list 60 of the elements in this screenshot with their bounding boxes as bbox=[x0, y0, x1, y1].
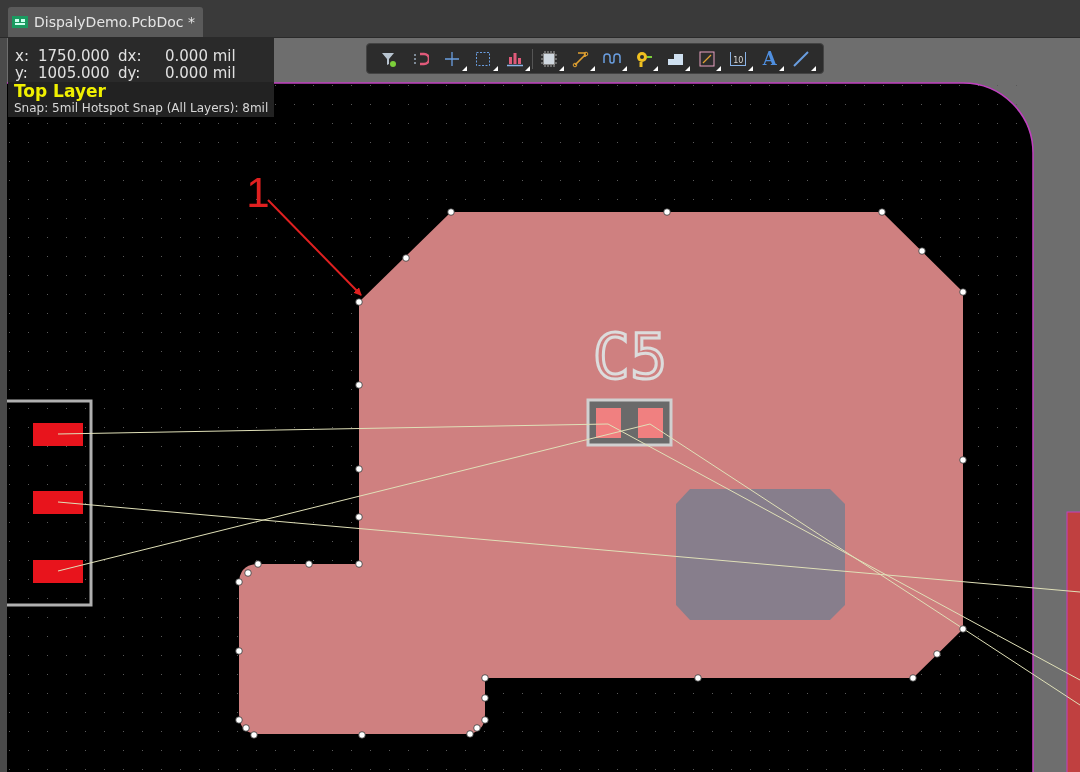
vertex-handle[interactable] bbox=[959, 625, 967, 633]
vertex-handle[interactable] bbox=[355, 560, 363, 568]
vertex-handle[interactable] bbox=[447, 208, 455, 216]
vertex-handle[interactable] bbox=[959, 456, 967, 464]
dashed-rectangle-icon[interactable] bbox=[474, 49, 493, 68]
y-value: 1005.000 bbox=[38, 65, 111, 82]
via-icon[interactable] bbox=[634, 49, 653, 68]
vertex-handle[interactable] bbox=[355, 298, 363, 306]
x-value: 1750.000 bbox=[38, 48, 111, 65]
component-designator: C5 bbox=[592, 320, 668, 393]
vertex-handle[interactable] bbox=[355, 465, 363, 473]
vertex-handle[interactable] bbox=[481, 674, 489, 682]
snap-info: Snap: 5mil Hotspot Snap (All Layers): 8mil bbox=[13, 101, 270, 117]
dropdown-corner-icon[interactable] bbox=[461, 65, 467, 71]
document-tab[interactable]: DispalyDemo.PcbDoc * bbox=[8, 7, 203, 37]
vertex-handle[interactable] bbox=[909, 674, 917, 682]
vertex-handle[interactable] bbox=[235, 647, 243, 655]
dimension-icon[interactable]: 10 bbox=[730, 51, 747, 66]
vertex-handle[interactable] bbox=[878, 208, 886, 216]
dx-value: 0.000 mil bbox=[165, 48, 237, 65]
route-icon[interactable] bbox=[571, 49, 590, 68]
vertex-handle[interactable] bbox=[402, 254, 410, 262]
smd-pad bbox=[638, 408, 663, 438]
dropdown-corner-icon[interactable] bbox=[685, 65, 690, 71]
x-label: x: bbox=[15, 48, 30, 65]
diagonal-line-box-icon[interactable] bbox=[697, 49, 716, 68]
smd-pad bbox=[33, 491, 83, 514]
line-icon[interactable] bbox=[792, 49, 811, 68]
dy-value: 0.000 mil bbox=[165, 65, 237, 82]
dropdown-corner-icon[interactable] bbox=[559, 65, 564, 71]
vertex-handle[interactable] bbox=[481, 694, 489, 702]
dropdown-corner-icon[interactable] bbox=[653, 65, 659, 71]
crosshair-icon[interactable] bbox=[442, 49, 461, 68]
vertex-handle[interactable] bbox=[663, 208, 671, 216]
dropdown-corner-icon[interactable] bbox=[590, 65, 596, 71]
dropdown-corner-icon[interactable] bbox=[524, 65, 530, 71]
dropdown-corner-icon[interactable] bbox=[748, 65, 753, 71]
dropdown-corner-icon[interactable] bbox=[811, 65, 816, 71]
vertex-handle[interactable] bbox=[355, 381, 363, 389]
vertex-handle[interactable] bbox=[355, 513, 363, 521]
smd-pad bbox=[33, 560, 83, 583]
vertex-handle[interactable] bbox=[694, 674, 702, 682]
dropdown-corner-icon[interactable] bbox=[493, 65, 498, 71]
dx-label: dx: bbox=[118, 48, 143, 65]
current-layer: Top Layer bbox=[13, 82, 107, 101]
vertex-handle[interactable] bbox=[918, 247, 926, 255]
smd-pad bbox=[596, 408, 621, 438]
pcb-document-icon bbox=[12, 16, 28, 28]
dy-label: dy: bbox=[118, 65, 142, 82]
dropdown-corner-icon[interactable] bbox=[716, 65, 722, 71]
vertex-handle[interactable] bbox=[933, 650, 941, 658]
vertex-handle[interactable] bbox=[959, 288, 967, 296]
text-tool-icon[interactable]: A bbox=[762, 49, 777, 68]
vertex-handle[interactable] bbox=[358, 731, 366, 739]
vertex-handle[interactable] bbox=[305, 560, 313, 568]
dropdown-corner-icon[interactable] bbox=[622, 65, 627, 71]
dropdown-corner-icon[interactable] bbox=[779, 65, 785, 71]
y-label: y: bbox=[15, 65, 29, 82]
smd-pad bbox=[33, 423, 83, 446]
annotation-number: 1 bbox=[246, 169, 270, 216]
